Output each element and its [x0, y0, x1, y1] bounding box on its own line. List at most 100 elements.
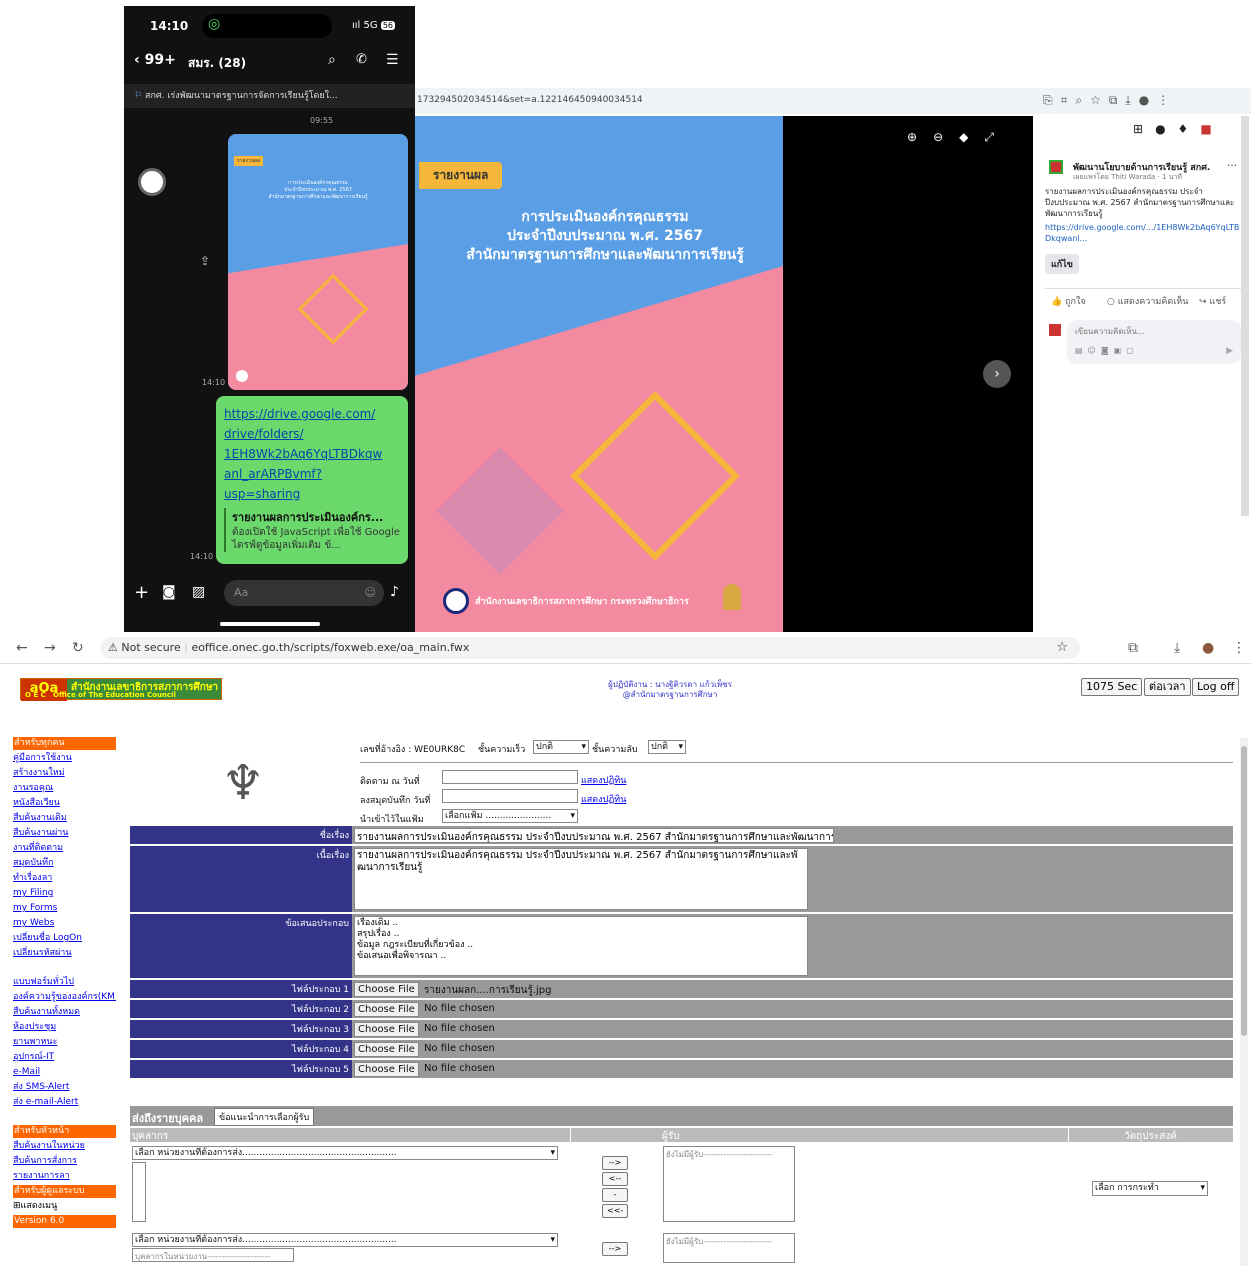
sidebar-item[interactable]: ส่ง e-mail-Alert: [13, 1095, 116, 1110]
tab-send-individual[interactable]: ส่งถึงรายบุคคล: [132, 1109, 203, 1127]
sidebar-item[interactable]: my Forms: [13, 901, 116, 916]
send-icon[interactable]: ▶: [1226, 346, 1233, 356]
scrollbar-thumb[interactable]: [1241, 746, 1247, 1036]
sidebar-item[interactable]: สืบค้นงานผ่าน: [13, 826, 116, 841]
profile-icon[interactable]: ■: [1200, 122, 1223, 136]
sidebar-item[interactable]: คู่มือการใช้งาน: [13, 751, 116, 766]
sidebar-item[interactable]: สร้างงานใหม่: [13, 766, 116, 781]
sidebar-item[interactable]: ทำเรื่องลา: [13, 871, 116, 886]
scrollbar[interactable]: [1241, 116, 1249, 516]
record-date-input[interactable]: [442, 789, 578, 803]
action-select[interactable]: เลือก การกระทำ ▾: [1092, 1181, 1208, 1196]
post-link[interactable]: https://drive.google.com/.../1EH8Wk2bAq6…: [1045, 222, 1245, 244]
fb-top-icons[interactable]: ⊞●♦■: [1133, 122, 1224, 136]
sidebar-item[interactable]: ยานพาหนะ: [13, 1035, 116, 1050]
next-photo-button[interactable]: ›: [983, 360, 1011, 388]
comment-tools-icons[interactable]: ▤☺◙▣▢: [1075, 346, 1139, 355]
add-recipient-button[interactable]: -->: [602, 1156, 628, 1170]
reload-icon[interactable]: ↻: [72, 640, 84, 656]
download-icon[interactable]: ⤓: [1174, 640, 1180, 656]
unit-select[interactable]: เลือก หน่วยงานที่ต้องการส่ง.............…: [132, 1146, 558, 1160]
microphone-icon[interactable]: ♪: [390, 584, 399, 600]
share-icon[interactable]: ⇪: [200, 254, 210, 268]
camera-icon[interactable]: ◙: [162, 584, 176, 600]
image-message[interactable]: รายงานผล การประเมินองค์กรคุณธรรม ประจำปี…: [228, 134, 408, 390]
sidebar-item[interactable]: รายงานการลา: [13, 1169, 116, 1184]
zoom-out-icon[interactable]: ⊖: [933, 130, 959, 144]
add-all-button[interactable]: ->>: [602, 1188, 628, 1211]
show-menu-toggle[interactable]: ⊞แสดงเมนู: [13, 1199, 116, 1214]
assistive-touch-button[interactable]: [138, 168, 166, 196]
sidebar-item[interactable]: สืบค้นงานทั้งหมด: [13, 1005, 116, 1020]
comment-input[interactable]: เขียนความคิดเห็น... ▤☺◙▣▢ ▶: [1067, 320, 1241, 364]
address-bar[interactable]: ⚠ Not secure | eoffice.onec.go.th/script…: [100, 637, 1080, 659]
drive-link-line[interactable]: anl_arARPBvmf?: [224, 464, 382, 484]
record-calendar-link[interactable]: แสดงปฏิทิน: [581, 792, 626, 806]
sidebar-item[interactable]: สืบค้นงานในหน่วย: [13, 1139, 116, 1154]
remove-all-button[interactable]: <<-: [602, 1204, 628, 1218]
menu-icon[interactable]: ☰: [386, 52, 399, 68]
choose-file-button[interactable]: Choose File: [354, 1022, 419, 1037]
choose-file-button[interactable]: Choose File: [354, 1002, 419, 1017]
content-textarea[interactable]: รายงานผลการประเมินองค์กรคุณธรรม ประจำปีง…: [354, 848, 808, 910]
follow-date-input[interactable]: [442, 770, 578, 784]
bell-icon[interactable]: ♦: [1178, 122, 1201, 136]
choose-file-button[interactable]: Choose File: [354, 1042, 419, 1057]
recipient-list-2[interactable]: ยังไม่มีผู้รับ------------------------: [663, 1233, 795, 1263]
fb-browser-icons[interactable]: ⎘⌗⌕☆⧉⤓●⋮: [1043, 93, 1177, 108]
speed-select[interactable]: ปกติ ▾: [533, 740, 589, 754]
secret-select[interactable]: ปกติ ▾: [648, 740, 686, 754]
drive-link[interactable]: https://drive.google.com/ drive/folders/…: [224, 404, 382, 504]
zoom-in-icon[interactable]: ⊕: [907, 130, 933, 144]
pinned-announcement[interactable]: ⚐ สกศ. เร่งพัฒนามาตรฐานการจัดการเรียนรู้…: [124, 84, 415, 108]
follow-calendar-link[interactable]: แสดงปฏิทิน: [581, 773, 626, 787]
drive-link-line[interactable]: drive/folders/: [224, 424, 382, 444]
subject-input[interactable]: รายงานผลการประเมินองค์กรคุณธรรม ประจำปีง…: [354, 828, 834, 843]
sidebar-item[interactable]: เปลี่ยนรหัสผ่าน: [13, 946, 116, 961]
menu-grid-icon[interactable]: ⊞: [1133, 122, 1155, 136]
drive-link-line[interactable]: usp=sharing: [224, 484, 382, 504]
logoff-button[interactable]: Log off: [1192, 678, 1240, 696]
share-button[interactable]: ↪ แชร์: [1199, 294, 1226, 308]
drive-link-line[interactable]: 1EH8Wk2bAq6YqLTBDkqw: [224, 444, 382, 464]
sidebar-item[interactable]: อุปกรณ์-IT: [13, 1050, 116, 1065]
sidebar-item[interactable]: สืบค้นงานเดิม: [13, 811, 116, 826]
add-recipient-button-2[interactable]: -->: [602, 1242, 628, 1256]
back-button[interactable]: ‹ 99+: [134, 52, 176, 68]
search-icon[interactable]: ⌕: [328, 52, 336, 68]
proposal-textarea[interactable]: เรื่องเดิม .. สรุปเรื่อง .. ข้อมูล กฎระเ…: [354, 916, 808, 976]
sidebar-item[interactable]: หนังสือเวียน: [13, 796, 116, 811]
sidebar-item[interactable]: e-Mail: [13, 1065, 116, 1080]
extensions-icon[interactable]: ⧉: [1128, 640, 1138, 656]
fb-url[interactable]: 173294502034514&set=a.122146450940034514: [417, 95, 643, 105]
messenger-icon[interactable]: ●: [1155, 122, 1177, 136]
extend-session-button[interactable]: ต่อเวลา: [1144, 678, 1191, 696]
call-icon[interactable]: ✆: [356, 52, 367, 67]
fullscreen-icon[interactable]: ⤢: [984, 130, 1010, 144]
image-icon[interactable]: ▨: [192, 584, 205, 600]
sidebar-item[interactable]: สืบค้นการสั่งการ: [13, 1154, 116, 1169]
sidebar-item[interactable]: เปลี่ยนชื่อ LogOn: [13, 931, 116, 946]
bookmark-star-icon[interactable]: ☆: [1056, 637, 1068, 659]
person-in-unit-list[interactable]: บุคลากรในหน่วยงาน----------------------: [132, 1248, 294, 1262]
sidebar-item[interactable]: my Webs: [13, 916, 116, 931]
profile-avatar-icon[interactable]: ●: [1202, 640, 1214, 656]
message-input[interactable]: Aa ☺: [224, 580, 384, 606]
page-scrollbar[interactable]: [1240, 738, 1248, 1266]
comment-button[interactable]: ○ แสดงความคิดเห็น: [1107, 294, 1188, 308]
tag-icon[interactable]: ◆: [959, 130, 984, 144]
choose-file-button[interactable]: Choose File: [354, 1062, 419, 1077]
sidebar-item[interactable]: องค์ความรู้ขององค์กร(KM): [13, 990, 116, 1005]
sidebar-item[interactable]: ห้องประชุม: [13, 1020, 116, 1035]
unit-select-2[interactable]: เลือก หน่วยงานที่ต้องการส่ง.............…: [132, 1233, 558, 1247]
sidebar-item[interactable]: งานที่ติดตาม: [13, 841, 116, 856]
sidebar-item[interactable]: my Filing: [13, 886, 116, 901]
page-avatar[interactable]: [1049, 160, 1063, 174]
chrome-menu-icon[interactable]: ⋮: [1232, 640, 1246, 656]
photo-tools[interactable]: ⊕⊖◆⤢: [907, 130, 1010, 145]
remove-recipient-button[interactable]: <--: [602, 1172, 628, 1186]
edit-post-button[interactable]: แก้ไข: [1045, 254, 1079, 274]
tab-recipient-guide[interactable]: ข้อแนะนำการเลือกผู้รับ: [214, 1108, 315, 1126]
back-arrow-icon[interactable]: ←: [16, 640, 28, 656]
choose-file-button[interactable]: Choose File: [354, 982, 419, 997]
